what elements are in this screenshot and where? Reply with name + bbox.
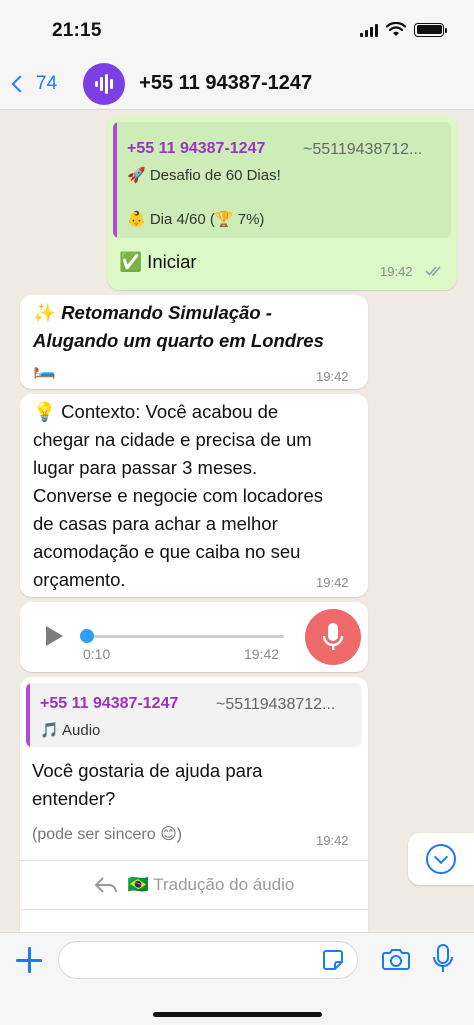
message-title: Retomando Simulação -	[61, 302, 272, 323]
reply-arrow-icon	[94, 877, 117, 893]
message-time: 19:42	[316, 369, 349, 384]
wifi-icon	[386, 22, 406, 36]
quote-sender-name: +55 11 94387-1247	[127, 140, 266, 157]
message-line: 💡 Contexto: Você acabou de	[33, 401, 279, 422]
record-voice-button[interactable]	[305, 609, 361, 665]
status-bar: 21:15	[0, 0, 474, 58]
quote-text-line: 🎵 Audio	[40, 722, 101, 739]
message-line: lugar para passar 3 meses.	[33, 457, 258, 478]
message-line: Converse e negocie com locadores	[33, 485, 323, 506]
bed-emoji: 🛏️	[33, 358, 57, 379]
translate-audio-label: 🇧🇷 Tradução do áudio	[127, 875, 295, 894]
message-time: 19:42	[316, 575, 349, 590]
outgoing-message[interactable]: +55 11 94387-1247 ~55119438712... 🚀 Desa…	[107, 116, 457, 290]
incoming-message[interactable]: ✨ Retomando Simulação - Alugando um quar…	[20, 295, 368, 389]
message-time: 19:42	[380, 264, 413, 279]
message-line: acomodação e que caiba no seu	[33, 541, 301, 562]
message-text: ✅ Iniciar	[119, 251, 197, 272]
audio-duration: 0:10	[83, 646, 111, 662]
message-text: ✨ Retomando Simulação - Alugando um quar…	[33, 299, 363, 383]
message-line: chegar na cidade e precisa de um	[33, 429, 312, 450]
avatar[interactable]	[83, 62, 126, 105]
message-note: (pode ser sincero 😊)	[32, 826, 183, 843]
camera-icon[interactable]	[382, 947, 410, 971]
quote-text-line: 👶 Dia 4/60 (🏆 7%)	[127, 211, 265, 228]
message-line: orçamento.	[33, 569, 126, 590]
message-input[interactable]	[58, 941, 358, 979]
sparkles-emoji: ✨	[33, 302, 62, 323]
status-icons	[360, 22, 447, 37]
message-text: 💡 Contexto: Você acabou de chegar na cid…	[33, 398, 363, 594]
quote-bar	[113, 122, 117, 238]
input-bar	[0, 932, 474, 1025]
chat-header: 74 +55 11 94387-1247	[0, 58, 474, 110]
back-button[interactable]: 74	[10, 73, 57, 95]
message-line: de casas para achar a melhor	[33, 513, 278, 534]
incoming-message[interactable]: +55 11 94387-1247 ~55119438712... 🎵 Audi…	[20, 677, 368, 932]
message-time: 19:42	[244, 646, 280, 662]
divider	[20, 909, 368, 910]
quote-sender-phone: ~55119438712...	[303, 141, 423, 158]
audio-progress-track[interactable]	[84, 635, 284, 638]
message-text: Você gostaria de ajuda para entender?	[32, 757, 262, 813]
battery-icon	[414, 22, 447, 37]
audio-progress-handle[interactable]	[80, 629, 94, 643]
message-line: Você gostaria de ajuda para	[32, 760, 263, 781]
sticker-icon[interactable]	[322, 949, 344, 971]
quote-text-line: 🚀 Desafio de 60 Dias!	[127, 167, 281, 184]
plus-icon[interactable]	[16, 947, 42, 973]
quote-sender-name: +55 11 94387-1247	[40, 695, 179, 712]
microphone-icon[interactable]	[432, 943, 454, 975]
quoted-message[interactable]: +55 11 94387-1247 ~55119438712... 🎵 Audi…	[26, 683, 362, 747]
chevron-down-icon	[426, 844, 456, 874]
message-title: Alugando um quarto em Londres	[33, 330, 324, 351]
chevron-left-icon	[11, 75, 29, 92]
unread-count: 74	[36, 72, 58, 94]
scroll-to-bottom-button[interactable]	[408, 833, 474, 885]
quote-sender-phone: ~55119438712...	[216, 696, 336, 713]
double-check-icon	[425, 266, 441, 276]
translate-audio-button[interactable]: 🇧🇷 Tradução do áudio	[20, 861, 368, 909]
incoming-message[interactable]: 💡 Contexto: Você acabou de chegar na cid…	[20, 394, 368, 597]
chat-area[interactable]: +55 11 94387-1247 ~55119438712... 🚀 Desa…	[0, 110, 474, 932]
status-time: 21:15	[52, 20, 102, 41]
play-icon[interactable]	[46, 626, 63, 646]
microphone-icon	[322, 623, 344, 650]
message-line: entender?	[32, 788, 116, 809]
message-time: 19:42	[316, 833, 349, 848]
contact-name[interactable]: +55 11 94387-1247	[139, 72, 312, 95]
quote-bar	[26, 683, 30, 747]
signal-icon	[360, 23, 378, 37]
sound-wave-icon	[95, 73, 114, 94]
home-indicator	[153, 1012, 322, 1017]
quoted-message[interactable]: +55 11 94387-1247 ~55119438712... 🚀 Desa…	[113, 122, 451, 238]
